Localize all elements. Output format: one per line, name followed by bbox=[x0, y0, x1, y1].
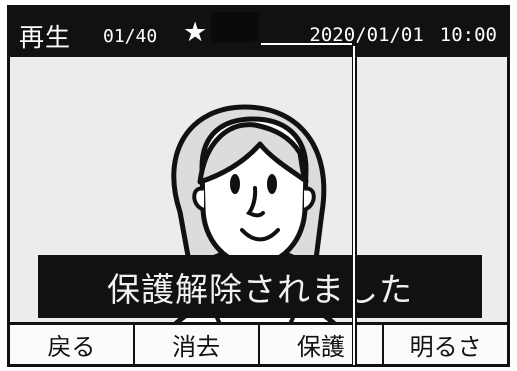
time-text: 10:00 bbox=[439, 24, 497, 46]
callout-leader-horizontal bbox=[261, 42, 357, 47]
back-button[interactable]: 戻る bbox=[10, 325, 133, 364]
playback-screen: 再生 01/40 ★ 2020/01/01 10:00 保護解除されました 戻る… bbox=[7, 5, 510, 367]
protect-button[interactable]: 保護 bbox=[257, 325, 383, 364]
mode-label: 再生 bbox=[19, 23, 72, 52]
star-icon: ★ bbox=[183, 17, 208, 48]
status-message: 保護解除されました bbox=[38, 255, 482, 318]
brightness-button[interactable]: 明るさ bbox=[382, 325, 507, 364]
callout-leader-vertical bbox=[352, 42, 357, 367]
delete-button[interactable]: 消去 bbox=[132, 325, 258, 364]
image-counter: 01/40 bbox=[103, 26, 158, 47]
highlight-callout-box bbox=[207, 8, 263, 46]
softkey-bar: 戻る 消去 保護 明るさ bbox=[10, 322, 507, 364]
